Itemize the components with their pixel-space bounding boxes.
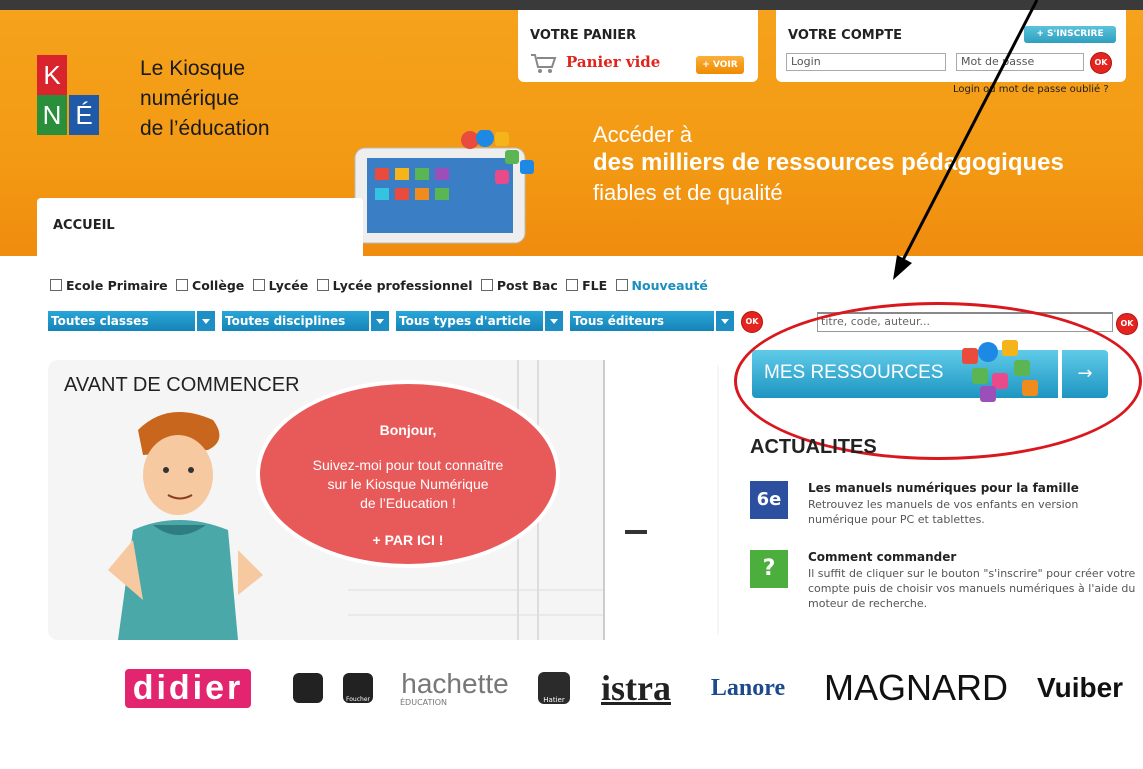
par-ici-link[interactable]: + PAR ICI ! <box>260 532 556 548</box>
tab-home[interactable]: ACCUEIL <box>37 198 363 256</box>
filter-primaire[interactable]: Ecole Primaire <box>50 278 168 293</box>
cart-icon <box>531 54 557 73</box>
classes-dropdown[interactable]: Toutes classes <box>48 311 215 331</box>
slogan-line1: Accéder à <box>593 122 693 147</box>
slogan: Accéder à des milliers de ressources péd… <box>593 122 1064 208</box>
intro-banner[interactable]: AVANT DE COMMENCER Bonjour, Suivez-moi p… <box>48 360 719 640</box>
slogan-line3: fiables et de qualité <box>593 180 783 205</box>
chevron-down-icon <box>369 311 389 331</box>
bubble-text: Suivez-moi pour tout connaître sur le Kio… <box>312 457 504 511</box>
character-illustration <box>108 412 263 640</box>
sixieme-icon: 6e <box>750 481 788 519</box>
cart-title: VOTRE PANIER <box>530 28 637 43</box>
cart-status: Panier vide <box>566 53 661 71</box>
top-bar <box>0 0 1143 10</box>
news-item-desc: Retrouvez les manuels de vos enfants en … <box>808 498 1079 526</box>
login-ok-button[interactable]: OK <box>1090 52 1112 74</box>
level-filters: Ecole Primaire Collège Lycée Lycée profe… <box>50 278 712 293</box>
publisher-lanore[interactable]: Lanore <box>698 660 798 716</box>
door-handle <box>625 530 647 534</box>
tab-home-label: ACCUEIL <box>53 218 115 233</box>
logo-letter-n: N <box>37 95 67 135</box>
publisher-foucher[interactable]: Foucher <box>340 660 376 716</box>
speech-bubble: Bonjour, Suivez-moi pour tout connaître s… <box>256 380 560 568</box>
account-panel: VOTRE COMPTE + S'INSCRIRE Login Mot de p… <box>776 10 1126 82</box>
article-types-dropdown[interactable]: Tous types d'article <box>396 311 563 331</box>
logo-line2: numérique <box>140 87 240 110</box>
logo-letter-e: É <box>69 95 99 135</box>
editors-dropdown[interactable]: Tous éditeurs <box>570 311 734 331</box>
search-ok-button[interactable]: OK <box>1116 313 1138 335</box>
chevron-down-icon <box>714 311 734 331</box>
publisher-logo-icon[interactable] <box>290 660 326 716</box>
filter-nouveaute[interactable]: Nouveauté <box>615 278 708 293</box>
publishers-strip: didier Foucher hachette ÉDUCATION Hatier… <box>90 660 1130 720</box>
login-input[interactable]: Login <box>786 53 946 71</box>
forgot-password-link[interactable]: Login ou mot de passe oublié ? <box>953 84 1109 95</box>
logo-letter-k: K <box>37 55 67 95</box>
filter-lycee-pro[interactable]: Lycée professionnel <box>316 278 473 293</box>
filter-college[interactable]: Collège <box>176 278 244 293</box>
cart-panel: VOTRE PANIER Panier vide + VOIR <box>518 10 758 82</box>
news-item-title[interactable]: Comment commander <box>808 550 956 564</box>
password-input[interactable]: Mot de passe <box>956 53 1084 71</box>
disciplines-dropdown[interactable]: Toutes disciplines <box>222 311 389 331</box>
question-icon: ? <box>750 550 788 588</box>
publisher-hatier[interactable]: Hatier <box>536 660 572 716</box>
register-button[interactable]: + S'INSCRIRE <box>1024 26 1116 43</box>
publisher-vuibert[interactable]: Vuiber <box>1030 660 1130 716</box>
logo-text: Le Kiosque numérique de l’éducation <box>140 54 270 144</box>
account-title: VOTRE COMPTE <box>788 28 902 43</box>
filter-lycee[interactable]: Lycée <box>252 278 308 293</box>
greeting: Bonjour, <box>379 422 437 438</box>
publisher-istra[interactable]: istra <box>586 660 686 716</box>
news-item-desc: Il suffit de cliquer sur le bouton "s'in… <box>808 567 1136 610</box>
view-cart-button[interactable]: + VOIR <box>696 56 744 74</box>
news-item-title[interactable]: Les manuels numériques pour la famille <box>808 481 1079 495</box>
kne-logo[interactable]: K N É <box>37 55 103 143</box>
publisher-hachette[interactable]: hachette ÉDUCATION <box>390 660 520 716</box>
intro-title: AVANT DE COMMENCER <box>64 374 300 396</box>
filter-post-bac[interactable]: Post Bac <box>480 278 558 293</box>
tablet-illustration <box>354 130 534 244</box>
filter-fle[interactable]: FLE <box>566 278 607 293</box>
logo-line1: Le Kiosque <box>140 57 246 80</box>
logo-line3: de l’éducation <box>140 117 270 140</box>
slogan-line2: des milliers de ressources pédagogiques <box>593 149 1064 176</box>
publisher-magnard[interactable]: MAGNARD <box>806 660 1026 716</box>
news-item[interactable]: 6e Les manuels numériques pour la famill… <box>750 481 1130 541</box>
chevron-down-icon <box>195 311 215 331</box>
news-title: ACTUALITES <box>750 436 877 458</box>
filter-ok-button[interactable]: OK <box>741 311 763 333</box>
chevron-down-icon <box>543 311 563 331</box>
news-item[interactable]: ? Comment commander Il suffit de cliquer… <box>750 550 1135 620</box>
door-illustration <box>603 360 717 640</box>
publisher-didier[interactable]: didier <box>98 660 278 716</box>
